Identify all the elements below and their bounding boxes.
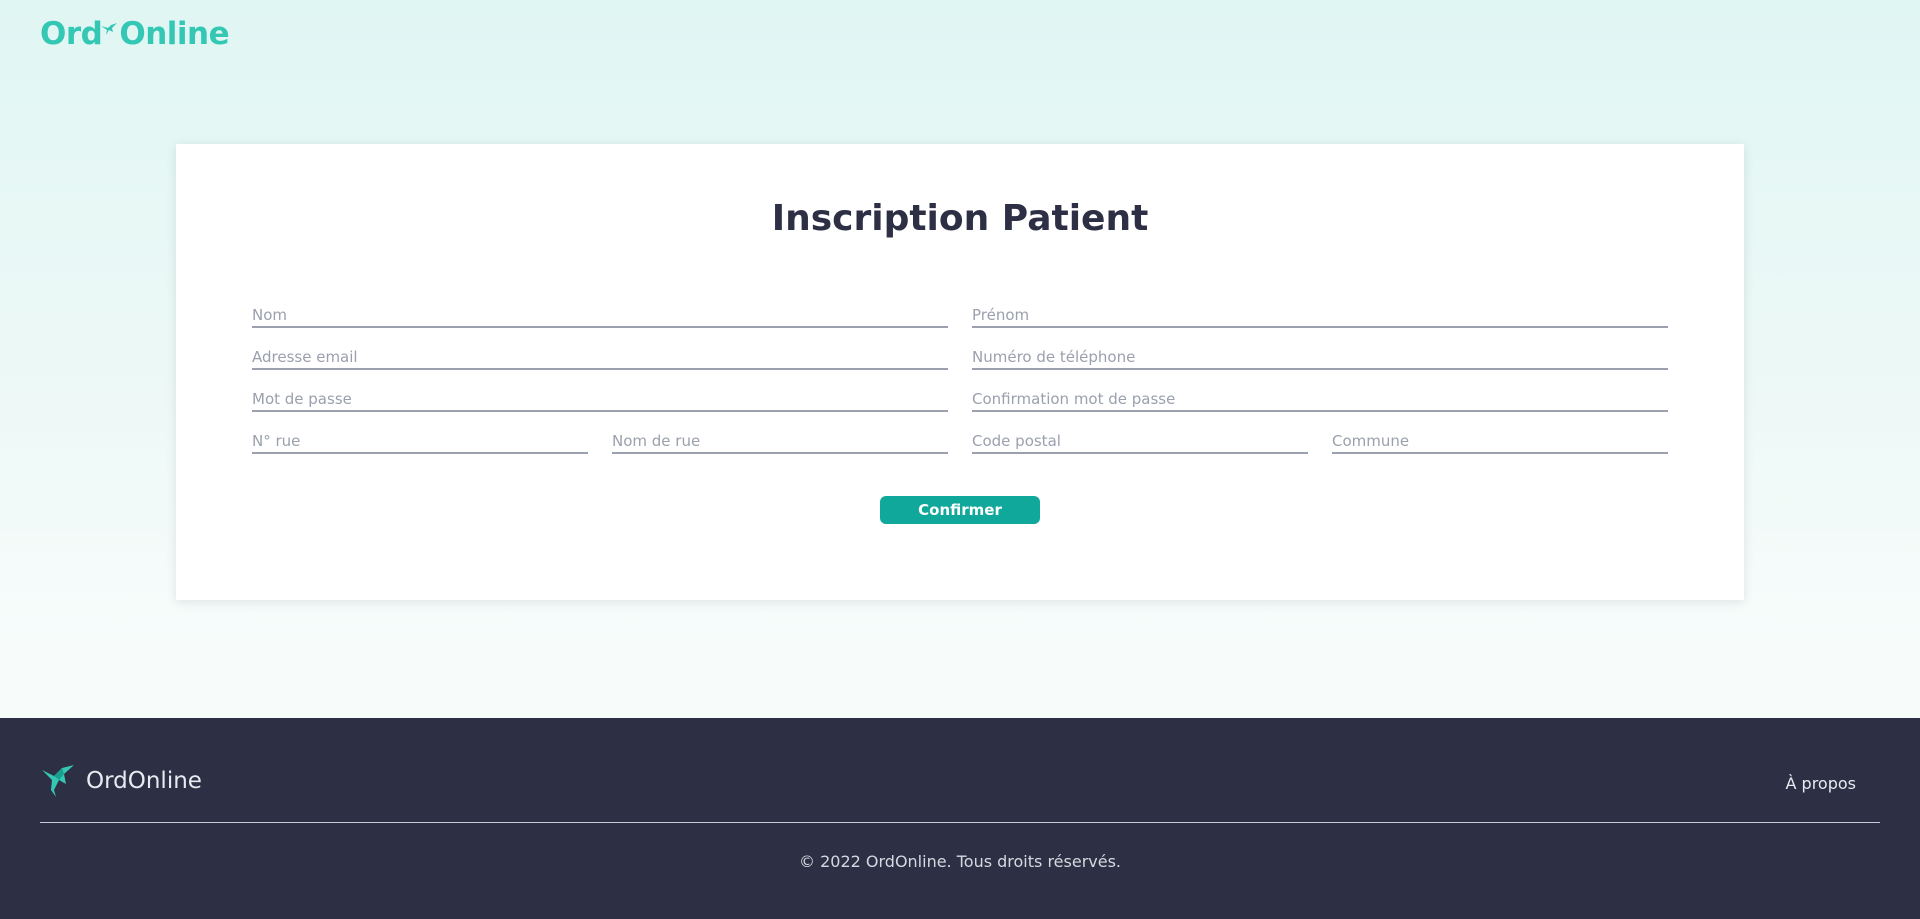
about-link[interactable]: À propos	[1786, 774, 1856, 793]
form-row-password	[252, 382, 1668, 412]
postal-code-field-wrapper	[972, 424, 1308, 454]
hummingbird-icon	[42, 765, 74, 797]
footer-brand-name: OrdOnline	[86, 768, 202, 794]
password-field-wrapper	[252, 382, 948, 412]
nom-input[interactable]	[252, 298, 948, 326]
page-title: Inscription Patient	[771, 198, 1149, 239]
street-name-input[interactable]	[612, 424, 948, 452]
hummingbird-icon	[101, 23, 118, 35]
logo-text-online: Online	[119, 16, 230, 52]
street-number-input[interactable]	[252, 424, 588, 452]
logo[interactable]: Ord Online	[40, 16, 230, 52]
city-input[interactable]	[1332, 424, 1668, 452]
nom-field-wrapper	[252, 298, 948, 328]
password-confirm-input[interactable]	[972, 382, 1668, 410]
logo-text-ord: Ord	[40, 16, 103, 52]
footer-brand[interactable]: OrdOnline	[40, 764, 202, 798]
header: Ord Online	[40, 14, 230, 54]
telephone-input[interactable]	[972, 340, 1668, 368]
footer-divider	[40, 822, 1880, 823]
prenom-field-wrapper	[972, 298, 1668, 328]
email-field-wrapper	[252, 340, 948, 370]
street-number-field-wrapper	[252, 424, 588, 454]
city-field-wrapper	[1332, 424, 1668, 454]
street-name-field-wrapper	[612, 424, 948, 454]
form-row-address	[252, 424, 1668, 454]
telephone-field-wrapper	[972, 340, 1668, 370]
password-input[interactable]	[252, 382, 948, 410]
password-confirm-field-wrapper	[972, 382, 1668, 412]
registration-card: Inscription Patient Nom Prénom Adresse e…	[176, 144, 1744, 600]
form-row-name	[252, 298, 1668, 328]
email-input[interactable]	[252, 340, 948, 368]
prenom-input[interactable]	[972, 298, 1668, 326]
postal-code-input[interactable]	[972, 424, 1308, 452]
footer: OrdOnline À propos © 2022 OrdOnline. Tou…	[0, 718, 1920, 919]
form-row-contact	[252, 340, 1668, 370]
confirm-button[interactable]: Confirmer	[880, 496, 1040, 524]
copyright-text: © 2022 OrdOnline. Tous droits réservés.	[799, 852, 1121, 871]
